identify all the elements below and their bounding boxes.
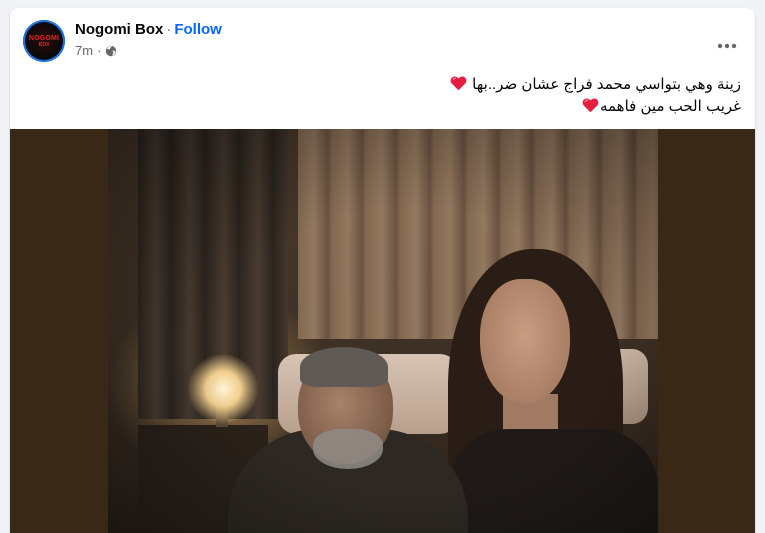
logo-text-line2: BOX [38, 41, 50, 48]
red-heart-icon [450, 76, 467, 91]
page-name-link[interactable]: Nogomi Box [75, 21, 163, 38]
logo-text-line1: NOGOMI [28, 34, 60, 42]
caption-line-1: زينة وهي بتواسي محمد فراج عشان ضر..بها [141, 74, 741, 96]
caption-line-1-text: زينة وهي بتواسي محمد فراج عشان ضر..بها [472, 76, 741, 93]
more-horizontal-icon [717, 43, 737, 49]
photo-vignette [108, 129, 658, 533]
meta-separator: · [97, 43, 102, 58]
post-meta: 7m · [75, 43, 117, 59]
post-photo[interactable] [10, 129, 755, 533]
caption-line-2: غريب الحب مين فاهمه [141, 96, 741, 118]
name-separator: · [166, 21, 172, 38]
red-heart-icon [582, 98, 599, 113]
post-caption: زينة وهي بتواسي محمد فراج عشان ضر..بها غ… [141, 74, 741, 118]
name-row: Nogomi Box · Follow [75, 20, 222, 40]
globe-icon[interactable] [105, 45, 117, 57]
photo-scene [108, 129, 658, 533]
page-avatar[interactable]: NOGOMI BOX [23, 20, 65, 62]
post-card: NOGOMI BOX Nogomi Box · Follow 7m · زينة… [10, 8, 755, 533]
page-logo: NOGOMI BOX [26, 23, 62, 59]
more-options-button[interactable] [709, 28, 745, 64]
caption-line-2-text: غريب الحب مين فاهمه [599, 98, 741, 115]
post-timestamp[interactable]: 7m [75, 43, 93, 59]
post-header: NOGOMI BOX Nogomi Box · Follow 7m · [10, 8, 755, 70]
follow-button[interactable]: Follow [174, 21, 222, 38]
